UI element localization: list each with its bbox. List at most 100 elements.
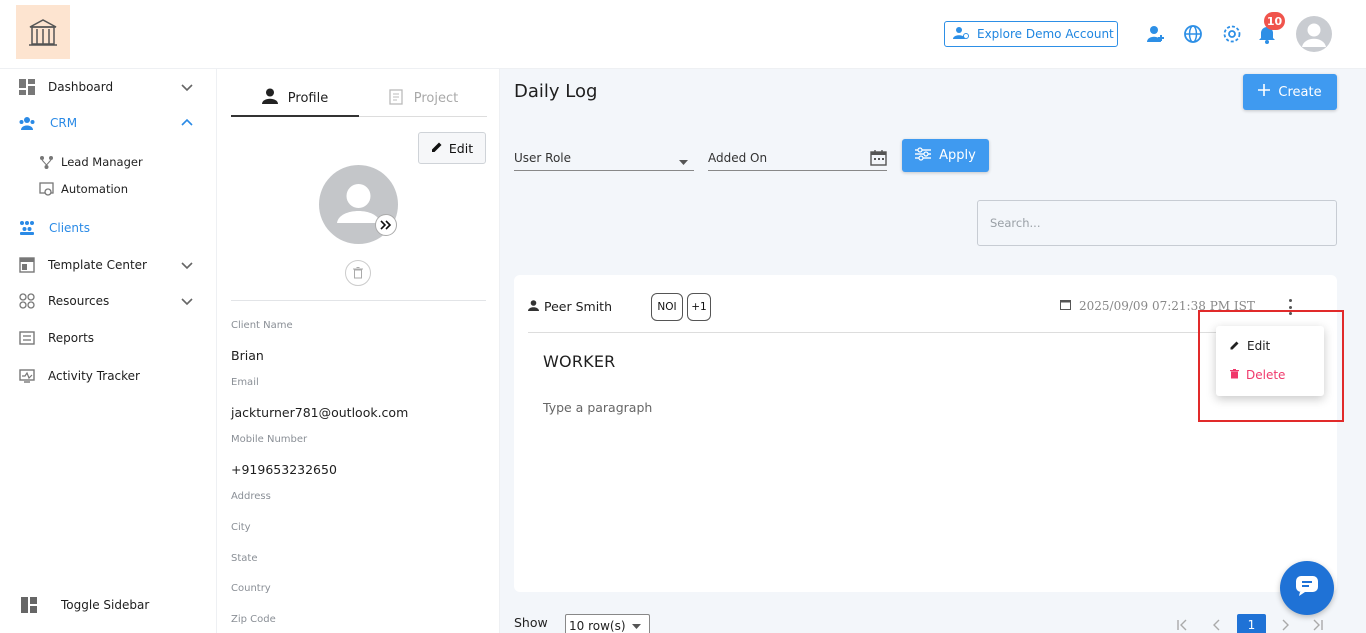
city-label: City <box>231 522 251 533</box>
user-role-select[interactable]: User Role <box>514 146 694 171</box>
chevron-up-icon <box>180 116 194 130</box>
log-user-name: Peer Smith <box>544 299 612 314</box>
create-label: Create <box>1278 84 1322 100</box>
template-icon <box>18 256 36 274</box>
sidebar-item-label: Lead Manager <box>61 155 143 169</box>
apply-label: Apply <box>939 148 976 163</box>
options-dropdown-menu: Edit Delete <box>1216 326 1324 396</box>
automation-icon <box>38 181 54 197</box>
chat-button[interactable] <box>1280 561 1334 615</box>
explore-demo-button[interactable]: Explore Demo Account <box>944 21 1118 47</box>
sidebar-item-resources[interactable]: Resources <box>0 286 216 316</box>
apply-button[interactable]: Apply <box>902 139 989 172</box>
crm-icon <box>18 114 36 132</box>
gear-icon[interactable] <box>1220 22 1244 46</box>
tab-profile[interactable]: Profile <box>231 81 359 117</box>
role-chip[interactable]: NOI <box>651 293 683 321</box>
sidebar-item-label: Resources <box>48 294 110 308</box>
dashboard-icon <box>18 78 36 96</box>
trash-icon <box>1230 368 1239 382</box>
sidebar-item-label: Dashboard <box>48 80 114 94</box>
company-logo[interactable] <box>16 5 70 59</box>
toggle-sidebar-icon <box>20 596 38 614</box>
log-title: WORKER <box>543 352 616 371</box>
search-input[interactable] <box>977 200 1337 246</box>
address-label: Address <box>231 491 271 502</box>
scrollbar[interactable] <box>1358 69 1366 633</box>
email-value: jackturner781@outlook.com <box>231 405 409 420</box>
sliders-icon <box>915 146 932 165</box>
log-body: Type a paragraph <box>543 400 653 415</box>
plus-icon <box>1258 84 1271 100</box>
added-on-date-field[interactable]: Added On <box>708 146 887 171</box>
menu-item-delete[interactable]: Delete <box>1230 365 1285 385</box>
sidebar-item-label: Template Center <box>48 258 147 272</box>
sidebar-item-label: Activity Tracker <box>48 369 140 383</box>
chevron-down-icon <box>180 294 194 308</box>
user-role-label: User Role <box>514 151 572 165</box>
sidebar-item-crm[interactable]: CRM <box>0 108 216 138</box>
more-chip[interactable]: +1 <box>687 293 711 321</box>
menu-item-edit[interactable]: Edit <box>1230 336 1270 356</box>
page-number-current[interactable]: 1 <box>1237 614 1266 633</box>
user-gear-icon <box>953 26 969 43</box>
page-title: Daily Log <box>514 81 598 102</box>
divider <box>231 300 486 301</box>
chat-icon <box>1295 575 1319 601</box>
sidebar-item-template-center[interactable]: Template Center <box>0 250 216 280</box>
menu-item-edit-label: Edit <box>1247 339 1271 353</box>
email-label: Email <box>231 377 259 388</box>
create-button[interactable]: Create <box>1243 74 1337 110</box>
add-user-icon[interactable] <box>1144 22 1168 46</box>
toggle-sidebar-button[interactable]: Toggle Sidebar <box>0 590 216 620</box>
caret-down-icon <box>679 155 688 169</box>
sidebar-item-activity-tracker[interactable]: Activity Tracker <box>0 361 216 391</box>
sidebar: Dashboard CRM Lead Manager Automation Cl… <box>0 69 216 633</box>
zip-code-label: Zip Code <box>231 614 276 625</box>
last-page-icon[interactable] <box>1312 619 1324 633</box>
rows-per-page-value: 10 row(s) <box>569 618 626 633</box>
added-on-label: Added On <box>708 151 768 165</box>
explore-demo-label: Explore Demo Account <box>977 27 1114 41</box>
delete-avatar-button[interactable] <box>345 260 371 286</box>
notification-badge: 10 <box>1264 12 1285 30</box>
globe-icon[interactable] <box>1181 22 1205 46</box>
tab-project[interactable]: Project <box>359 81 487 117</box>
menu-item-delete-label: Delete <box>1246 368 1286 382</box>
person-icon <box>261 88 278 108</box>
lead-manager-icon <box>38 154 54 170</box>
daily-log-main: Daily Log Create User Role Added On Appl… <box>500 69 1366 633</box>
log-user: Peer Smith <box>528 299 612 314</box>
person-icon <box>528 299 539 314</box>
sidebar-item-label: Reports <box>48 331 95 345</box>
project-icon <box>388 88 404 109</box>
first-page-icon[interactable] <box>1176 619 1188 633</box>
double-chevron-icon[interactable] <box>375 214 397 236</box>
caret-down-icon <box>631 619 641 633</box>
edit-profile-button[interactable]: Edit <box>418 132 486 164</box>
tab-project-label: Project <box>413 91 459 106</box>
calendar-icon[interactable] <box>870 149 887 169</box>
user-avatar[interactable] <box>1296 16 1332 52</box>
resources-icon <box>18 292 36 310</box>
sidebar-item-label: CRM <box>50 116 78 130</box>
activity-icon <box>18 367 36 385</box>
tab-profile-label: Profile <box>287 90 329 106</box>
mobile-value: +919653232650 <box>231 462 337 477</box>
sidebar-item-lead-manager[interactable]: Lead Manager <box>0 150 216 174</box>
top-bar: Explore Demo Account 10 <box>0 0 1366 69</box>
next-page-icon[interactable] <box>1280 619 1290 633</box>
reports-icon <box>18 329 36 347</box>
pencil-icon <box>431 141 443 156</box>
rows-per-page-select[interactable]: 10 row(s) <box>565 614 650 633</box>
client-profile-panel: Profile Project Edit Client Name Brian E… <box>216 69 500 633</box>
sidebar-item-label: Automation <box>61 182 128 196</box>
prev-page-icon[interactable] <box>1212 619 1222 633</box>
sidebar-item-clients[interactable]: Clients <box>0 213 216 243</box>
toggle-sidebar-label: Toggle Sidebar <box>61 598 150 612</box>
sidebar-item-automation[interactable]: Automation <box>0 177 216 201</box>
sidebar-item-label: Clients <box>49 221 90 235</box>
sidebar-item-reports[interactable]: Reports <box>0 323 216 353</box>
sidebar-item-dashboard[interactable]: Dashboard <box>0 72 216 102</box>
chevron-down-icon <box>180 80 194 94</box>
